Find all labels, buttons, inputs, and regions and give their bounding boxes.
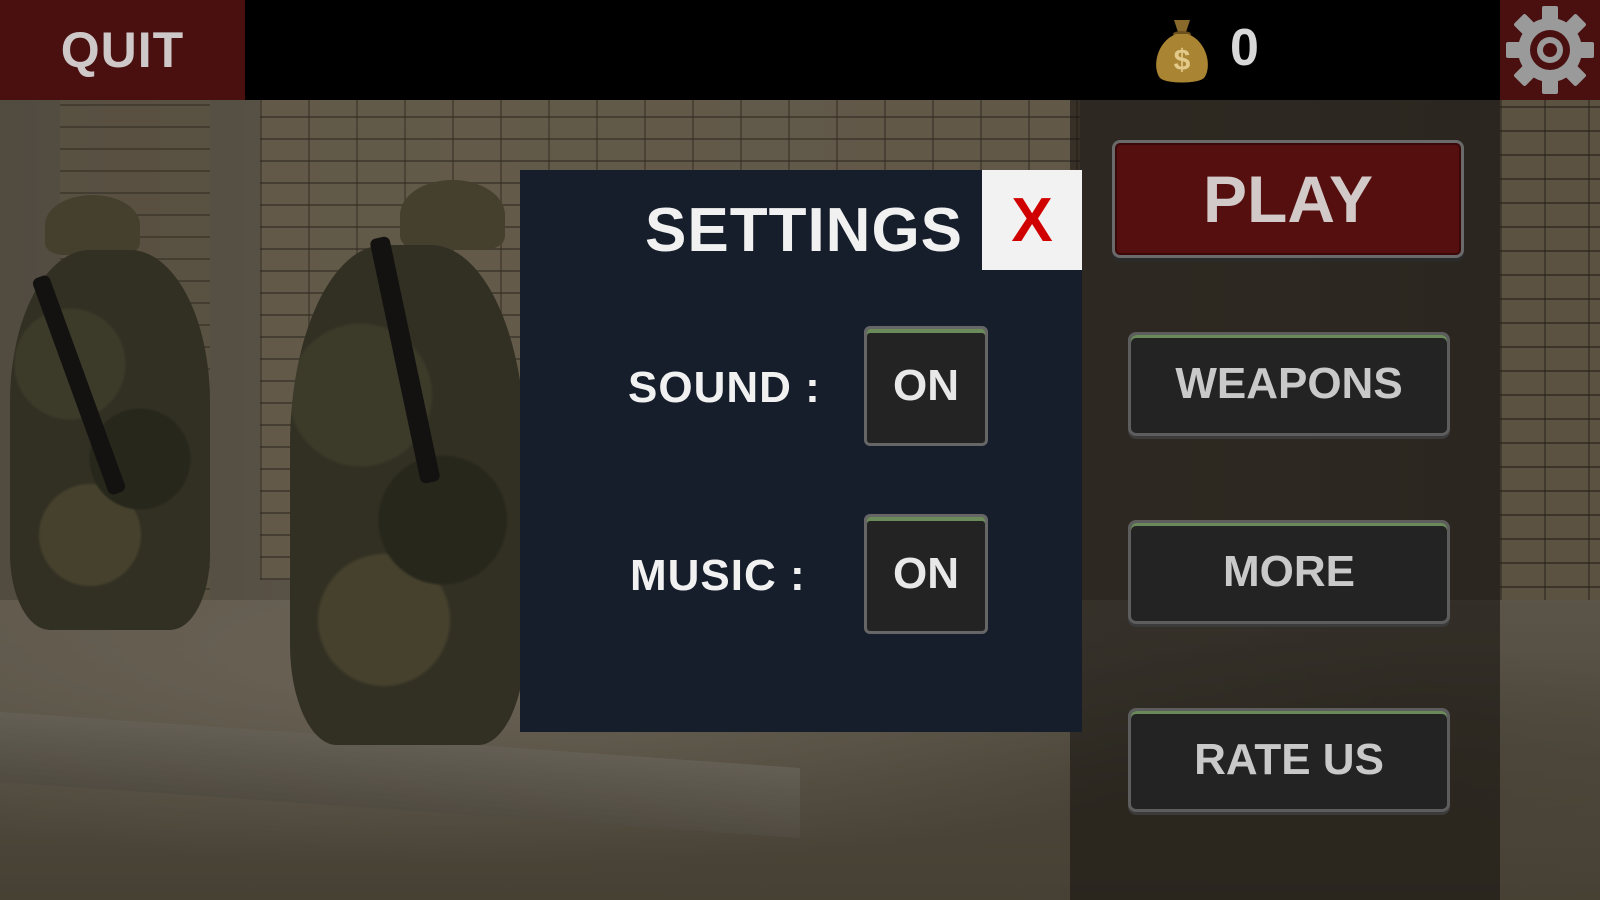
svg-text:$: $: [1174, 44, 1191, 77]
settings-button[interactable]: [1500, 0, 1600, 100]
play-button[interactable]: PLAY: [1112, 140, 1464, 258]
settings-title: SETTINGS: [645, 196, 964, 265]
music-label: MUSIC :: [630, 551, 806, 600]
sound-label: SOUND :: [628, 363, 821, 412]
gear-icon: [1506, 6, 1594, 94]
quit-button[interactable]: QUIT: [0, 0, 245, 100]
weapons-button[interactable]: WEAPONS: [1128, 332, 1450, 436]
sound-toggle[interactable]: ON: [864, 326, 988, 446]
coin-count: 0: [1230, 19, 1259, 77]
more-button[interactable]: MORE: [1128, 520, 1450, 624]
money-bag-icon: $: [1150, 14, 1214, 86]
close-button[interactable]: X: [982, 170, 1082, 270]
rate-us-button[interactable]: RATE US: [1128, 708, 1450, 812]
music-toggle[interactable]: ON: [864, 514, 988, 634]
